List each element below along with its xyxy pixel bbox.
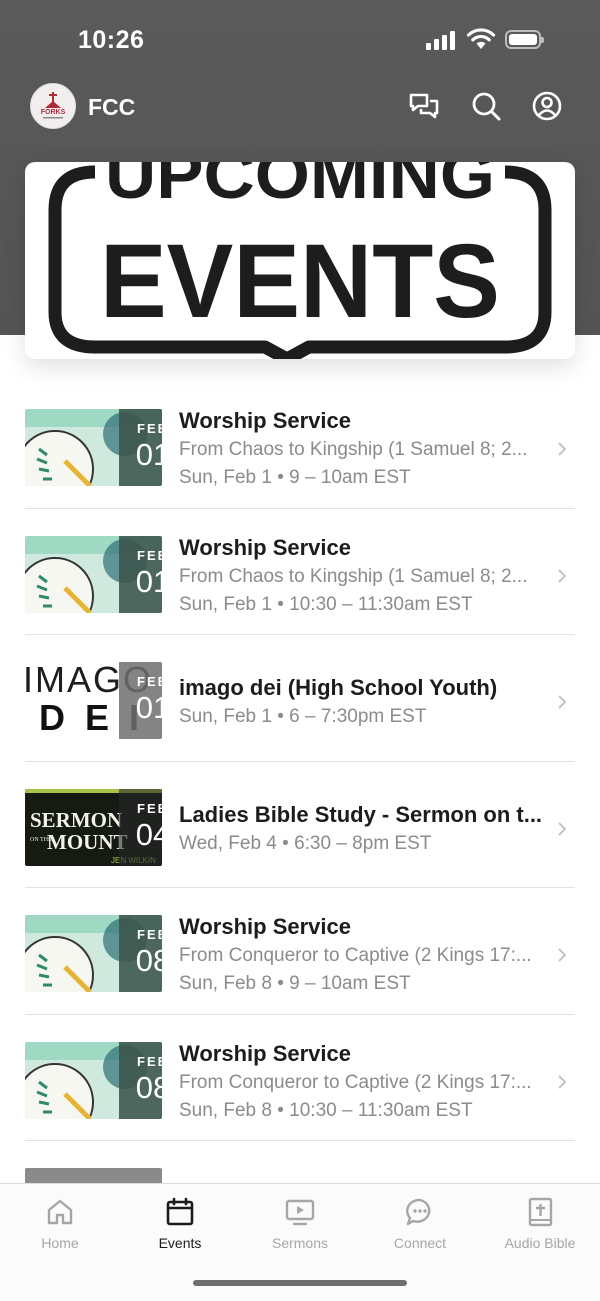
- date-badge: FEB 01: [119, 662, 162, 739]
- calendar-icon: [166, 1197, 194, 1226]
- event-title: Worship Service: [179, 914, 351, 939]
- event-datetime: Sun, Feb 1 • 6 – 7:30pm EST: [179, 706, 427, 727]
- tab-sermons[interactable]: Sermons: [240, 1184, 360, 1264]
- event-thumbnail: FEB 08: [25, 915, 162, 992]
- cellular-signal-icon: [426, 30, 458, 50]
- profile-icon[interactable]: [530, 89, 564, 123]
- home-indicator[interactable]: [193, 1280, 407, 1286]
- home-icon: [47, 1199, 73, 1225]
- event-datetime: Wed, Feb 4 • 6:30 – 8pm EST: [179, 832, 432, 854]
- date-badge-month: FEB: [137, 421, 162, 436]
- event-row[interactable]: FEB 01 Worship Service From Chaos to Kin…: [0, 382, 600, 509]
- date-badge-month: FEB: [137, 1053, 162, 1069]
- messages-icon[interactable]: [407, 89, 441, 123]
- event-title: Worship Service: [179, 1040, 351, 1066]
- tab-home[interactable]: Home: [0, 1184, 120, 1264]
- date-badge: FEB 08: [119, 915, 162, 992]
- upcoming-events-banner[interactable]: UPCOMING EVENTS: [25, 162, 575, 359]
- banner-text-upcoming: UPCOMING: [105, 162, 495, 213]
- date-badge-month: FEB: [137, 800, 162, 816]
- tab-audio-bible[interactable]: Audio Bible: [480, 1184, 600, 1264]
- search-icon[interactable]: [469, 89, 503, 123]
- battery-icon: [505, 30, 544, 49]
- tab-events-label: Events: [158, 1235, 202, 1251]
- event-subtitle: From Chaos to Kingship (1 Samuel 8; 2...: [179, 439, 528, 460]
- church-logo-text: FORKS: [41, 109, 66, 116]
- event-row[interactable]: IMAGO DEI FEB 01 imago dei (High School …: [0, 635, 600, 762]
- wifi-icon: [466, 28, 496, 49]
- app-header: FORKS FCC: [0, 82, 600, 132]
- banner-artwork: UPCOMING EVENTS: [48, 162, 552, 359]
- tab-events[interactable]: Events: [120, 1184, 240, 1264]
- chevron-right-icon: [558, 695, 567, 709]
- event-subtitle: From Conqueror to Captive (2 Kings 17:..…: [179, 945, 532, 966]
- event-row[interactable]: FEB 08 Worship Service From Conqueror to…: [0, 888, 600, 1015]
- tab-sermons-label: Sermons: [271, 1235, 329, 1251]
- church-logo-mark: FORKS: [41, 92, 66, 119]
- event-row[interactable]: FEB 01 Worship Service From Chaos to Kin…: [0, 509, 600, 635]
- date-badge-day: 01: [135, 563, 162, 599]
- tab-home-label: Home: [41, 1235, 79, 1251]
- church-logo[interactable]: FORKS: [30, 83, 76, 129]
- event-thumbnail: SERMON ON THE MOUNT JEN WILKIN FEB 04: [25, 788, 162, 866]
- event-subtitle: From Chaos to Kingship (1 Samuel 8; 2...: [179, 565, 528, 587]
- event-row[interactable]: FEB 08 Worship Service From Conqueror to…: [0, 1015, 600, 1141]
- date-badge: FEB 04: [119, 788, 162, 866]
- date-badge-month: FEB: [137, 547, 162, 563]
- date-badge-month: FEB: [137, 927, 162, 942]
- status-time: 10:26: [78, 26, 145, 54]
- event-datetime: Sun, Feb 8 • 9 – 10am EST: [179, 973, 411, 994]
- date-badge: FEB 01: [119, 409, 162, 486]
- app-title: FCC: [88, 94, 136, 120]
- event-title: imago dei (High School Youth): [179, 675, 498, 700]
- date-badge: FEB 01: [119, 535, 162, 613]
- date-badge: FEB 08: [119, 1041, 162, 1119]
- chat-bubble-icon: [406, 1198, 431, 1226]
- event-datetime: Sun, Feb 1 • 10:30 – 11:30am EST: [179, 593, 473, 615]
- chevron-right-icon: [558, 821, 567, 836]
- tab-audio-bible-label: Audio Bible: [504, 1235, 576, 1251]
- chevron-right-icon: [558, 442, 567, 456]
- event-thumbnail: IMAGO DEI FEB 01: [25, 662, 162, 739]
- event-row[interactable]: SERMON ON THE MOUNT JEN WILKIN FEB 04 La…: [0, 762, 600, 888]
- date-badge-day: 08: [135, 943, 162, 978]
- chevron-right-icon: [558, 948, 567, 962]
- date-badge-month: FEB: [137, 674, 162, 689]
- date-badge-day: 01: [135, 690, 162, 725]
- event-title: Worship Service: [179, 408, 351, 433]
- chevron-right-icon: [558, 568, 567, 583]
- date-badge-day: 01: [135, 437, 162, 472]
- tab-connect-label: Connect: [393, 1235, 447, 1251]
- event-thumbnail: FEB 01: [25, 409, 162, 486]
- event-title: Worship Service: [179, 534, 351, 560]
- event-list: FEB 01 Worship Service From Chaos to Kin…: [0, 382, 600, 1268]
- chevron-right-icon: [558, 1074, 567, 1089]
- date-badge-day: 04: [135, 816, 162, 852]
- date-badge-day: 08: [135, 1069, 162, 1105]
- banner-text-events: EVENTS: [100, 223, 500, 340]
- event-datetime: Sun, Feb 1 • 9 – 10am EST: [179, 467, 411, 488]
- event-thumbnail: FEB 01: [25, 535, 162, 613]
- video-icon: [285, 1199, 315, 1226]
- status-bar: 10:26: [0, 0, 600, 82]
- sermon-text: SERMON: [30, 808, 122, 832]
- event-title: Ladies Bible Study - Sermon on t...: [179, 801, 543, 827]
- mount-text: MOUNT: [47, 830, 128, 854]
- event-subtitle: From Conqueror to Captive (2 Kings 17:..…: [179, 1071, 532, 1093]
- tab-connect[interactable]: Connect: [360, 1184, 480, 1264]
- event-thumbnail: FEB 08: [25, 1041, 162, 1119]
- bible-icon: [528, 1197, 553, 1227]
- event-datetime: Sun, Feb 8 • 10:30 – 11:30am EST: [179, 1099, 473, 1121]
